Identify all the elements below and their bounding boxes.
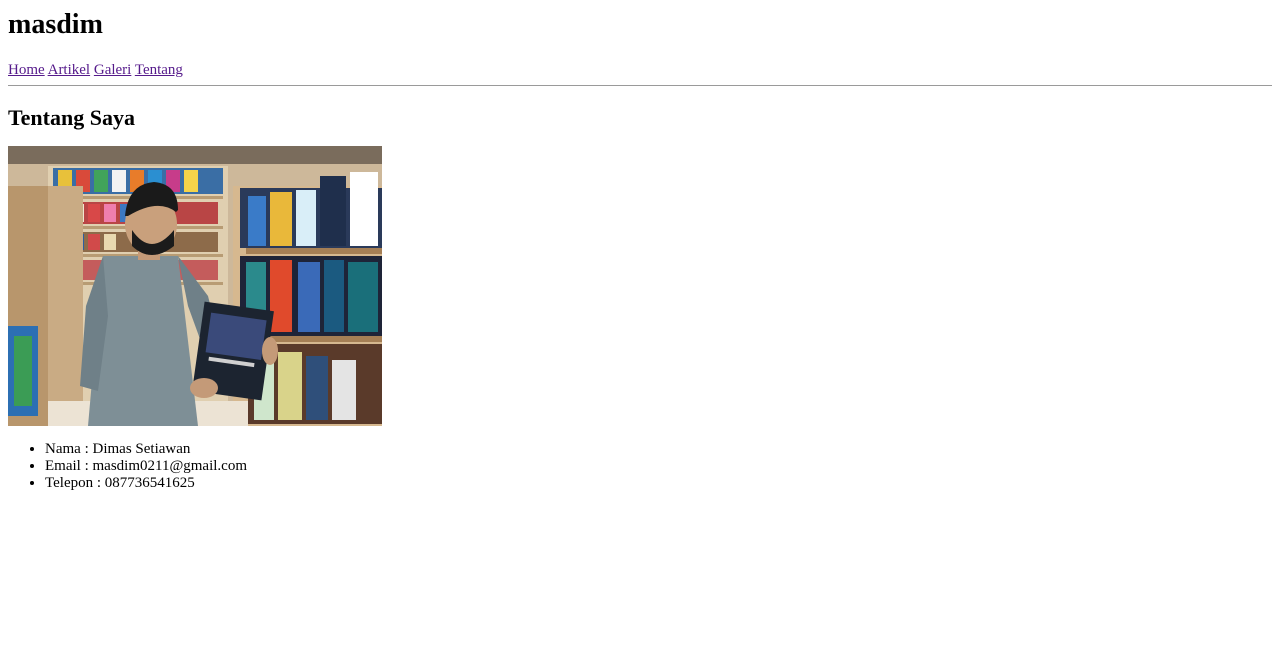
nav-link-tentang[interactable]: Tentang <box>135 62 183 78</box>
profile-photo <box>8 146 382 426</box>
site-title: masdim <box>8 9 103 40</box>
info-value: 087736541625 <box>104 475 195 491</box>
list-item: Nama : Dimas Setiawan <box>45 441 1272 458</box>
info-label: Nama <box>45 441 81 457</box>
nav-link-galeri[interactable]: Galeri <box>94 62 131 78</box>
divider <box>8 85 1272 86</box>
info-label: Email <box>45 458 81 474</box>
info-value: masdim0211@gmail.com <box>92 458 248 474</box>
nav-link-artikel[interactable]: Artikel <box>48 62 91 78</box>
page: masdim Home Artikel Galeri Tentang Tenta… <box>0 0 1280 492</box>
info-list: Nama : Dimas Setiawan Email : masdim0211… <box>8 441 1272 492</box>
list-item: Telepon : 087736541625 <box>45 475 1272 492</box>
nav-link-home[interactable]: Home <box>8 62 45 78</box>
list-item: Email : masdim0211@gmail.com <box>45 458 1272 475</box>
info-value: Dimas Setiawan <box>92 441 191 457</box>
section-title: Tentang Saya <box>8 105 135 130</box>
main-nav: Home Artikel Galeri Tentang <box>8 61 1272 79</box>
info-label: Telepon <box>45 475 94 491</box>
